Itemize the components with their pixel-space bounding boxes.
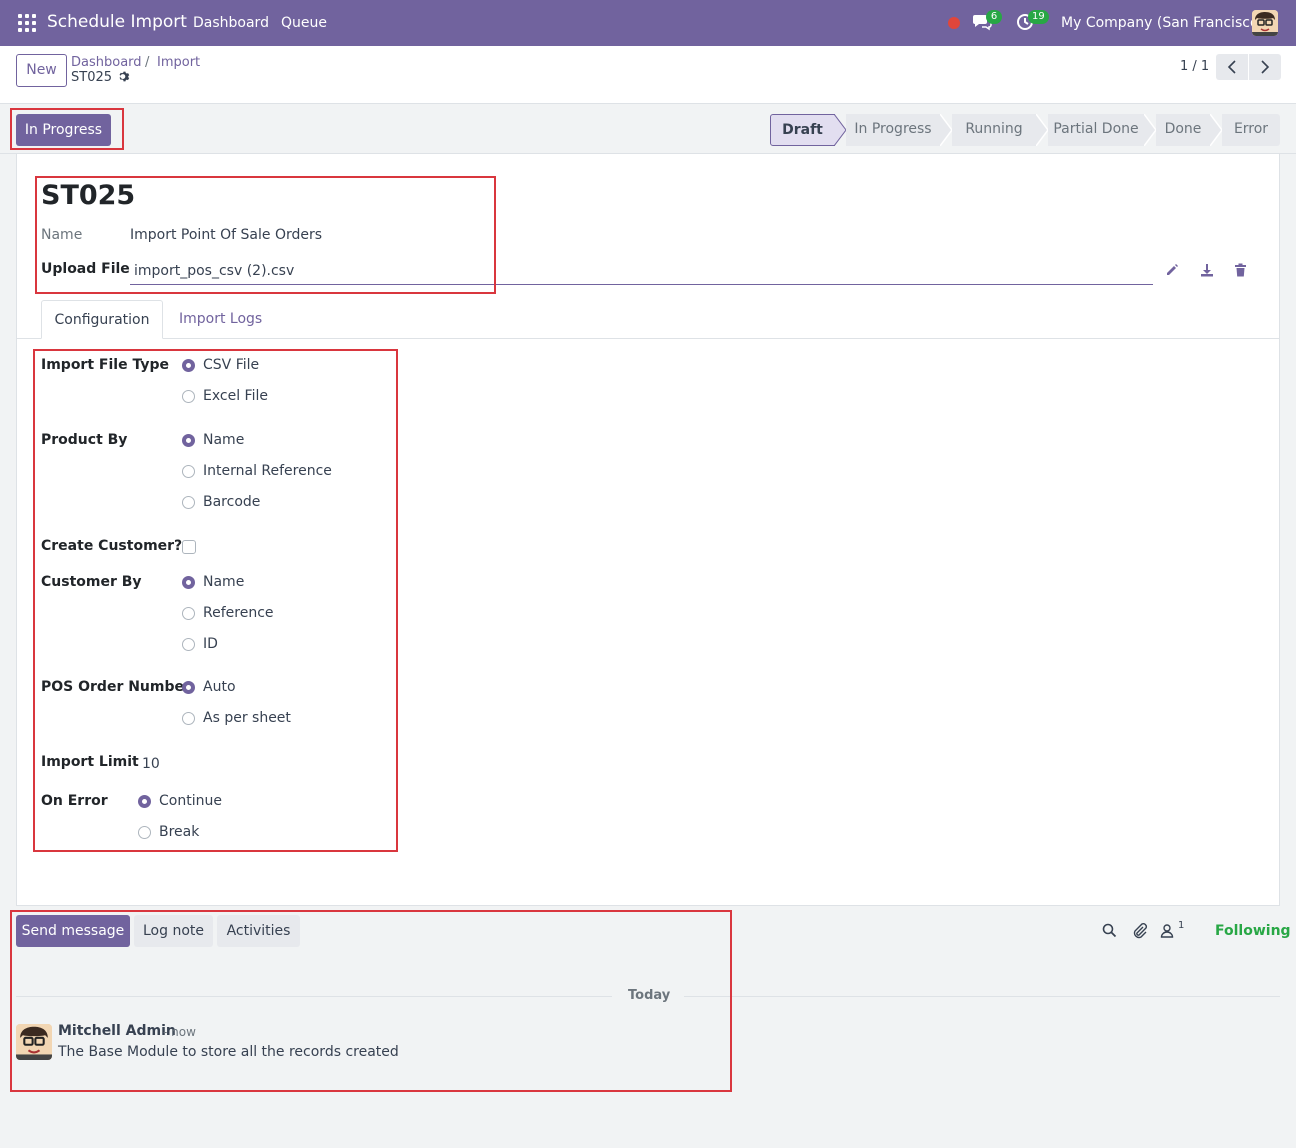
top-navbar: Schedule Import Dashboard Queue 6 19 My … [0,0,1296,46]
radio-label-product-name[interactable]: Name [203,432,244,448]
stage-draft[interactable]: Draft [770,114,835,146]
message-author-avatar[interactable] [16,1024,52,1060]
followers-icon[interactable] [1160,923,1174,942]
radio-label-excel-file[interactable]: Excel File [203,388,268,404]
message-time: - now [163,1025,196,1039]
following-button[interactable]: Following [1215,923,1291,939]
activities-button[interactable]: Activities [217,915,300,947]
radio-label-barcode[interactable]: Barcode [203,494,260,510]
record-title: ST025 [41,180,136,211]
download-icon[interactable] [1200,263,1214,281]
radio-barcode[interactable] [182,496,195,509]
product-by-label: Product By [41,432,128,448]
today-divider-right [684,996,1280,997]
menu-dashboard[interactable]: Dashboard [193,15,269,31]
stage-partial-done[interactable]: Partial Done [1048,114,1144,146]
customer-by-label: Customer By [41,574,142,590]
radio-label-csv-file[interactable]: CSV File [203,357,259,373]
radio-customer-reference[interactable] [182,607,195,620]
radio-label-customer-name[interactable]: Name [203,574,244,590]
app-title[interactable]: Schedule Import [47,12,187,32]
radio-as-per-sheet[interactable] [182,712,195,725]
upload-file-value[interactable]: import_pos_csv (2).csv [134,263,294,279]
radio-excel-file[interactable] [182,390,195,403]
stage-error[interactable]: Error [1222,114,1280,146]
stage-done[interactable]: Done [1156,114,1210,146]
import-limit-label: Import Limit [41,754,139,770]
radio-auto[interactable] [182,681,195,694]
search-icon[interactable] [1102,923,1117,942]
stage-arrow [1036,114,1048,146]
stage-arrow [1144,114,1156,146]
user-avatar[interactable] [1252,10,1278,36]
message-body: The Base Module to store all the records… [58,1044,399,1060]
send-message-button[interactable]: Send message [16,915,130,947]
tab-import-logs[interactable]: Import Logs [179,300,262,339]
upload-file-label: Upload File [41,261,130,277]
breadcrumb-dashboard[interactable]: Dashboard [71,55,142,70]
create-customer-checkbox[interactable] [182,540,196,554]
today-label: Today [628,988,671,1003]
radio-customer-id[interactable] [182,638,195,651]
breadcrumb-separator: / [145,55,150,70]
followers-count: 1 [1178,920,1185,931]
upload-file-underline [130,284,1153,285]
pager-next-button[interactable] [1249,54,1281,80]
in-progress-button[interactable]: In Progress [16,114,111,146]
radio-label-break[interactable]: Break [159,824,199,840]
breadcrumb-current: ST025 [71,70,113,85]
import-file-type-label: Import File Type [41,357,169,373]
messages-badge: 6 [986,10,1002,24]
breadcrumb-import[interactable]: Import [157,55,200,70]
message-author[interactable]: Mitchell Admin [58,1023,176,1039]
import-limit-value[interactable]: 10 [142,756,160,772]
apps-menu-icon[interactable] [18,14,36,32]
edit-pencil-icon[interactable] [1165,263,1179,281]
today-divider-left [16,996,612,997]
stage-arrow [1210,114,1222,146]
pager-previous-button[interactable] [1216,54,1248,80]
gear-icon[interactable] [118,70,131,87]
name-value[interactable]: Import Point Of Sale Orders [130,227,322,243]
control-panel: New Dashboard / Import ST025 1 / 1 [0,46,1296,104]
create-customer-label: Create Customer? [41,538,183,554]
delete-trash-icon[interactable] [1234,263,1247,281]
radio-label-internal-reference[interactable]: Internal Reference [203,463,332,479]
radio-customer-name[interactable] [182,576,195,589]
pos-order-number-label: POS Order Number [41,679,191,695]
radio-internal-reference[interactable] [182,465,195,478]
radio-csv-file[interactable] [182,359,195,372]
radio-product-name[interactable] [182,434,195,447]
new-button[interactable]: New [16,54,67,87]
pager-value[interactable]: 1 / 1 [1180,59,1209,74]
radio-label-continue[interactable]: Continue [159,793,222,809]
radio-break[interactable] [138,826,151,839]
log-note-button[interactable]: Log note [134,915,213,947]
company-switcher[interactable]: My Company (San Francisco) [1061,15,1264,31]
tab-configuration[interactable]: Configuration [41,300,163,339]
status-bar: In Progress Draft In Progress Running Pa… [0,104,1296,154]
menu-queue[interactable]: Queue [281,15,327,31]
radio-label-as-per-sheet[interactable]: As per sheet [203,710,291,726]
radio-label-auto[interactable]: Auto [203,679,236,695]
stage-arrow [940,114,952,146]
on-error-label: On Error [41,793,108,809]
activities-badge: 19 [1028,10,1049,24]
stage-in-progress[interactable]: In Progress [846,114,940,146]
stage-running[interactable]: Running [952,114,1036,146]
name-label: Name [41,227,83,243]
radio-label-customer-id[interactable]: ID [203,636,218,652]
radio-label-customer-reference[interactable]: Reference [203,605,274,621]
stage-arrow [834,114,846,146]
paperclip-icon[interactable] [1132,922,1148,943]
recording-icon[interactable] [948,17,960,29]
radio-continue[interactable] [138,795,151,808]
